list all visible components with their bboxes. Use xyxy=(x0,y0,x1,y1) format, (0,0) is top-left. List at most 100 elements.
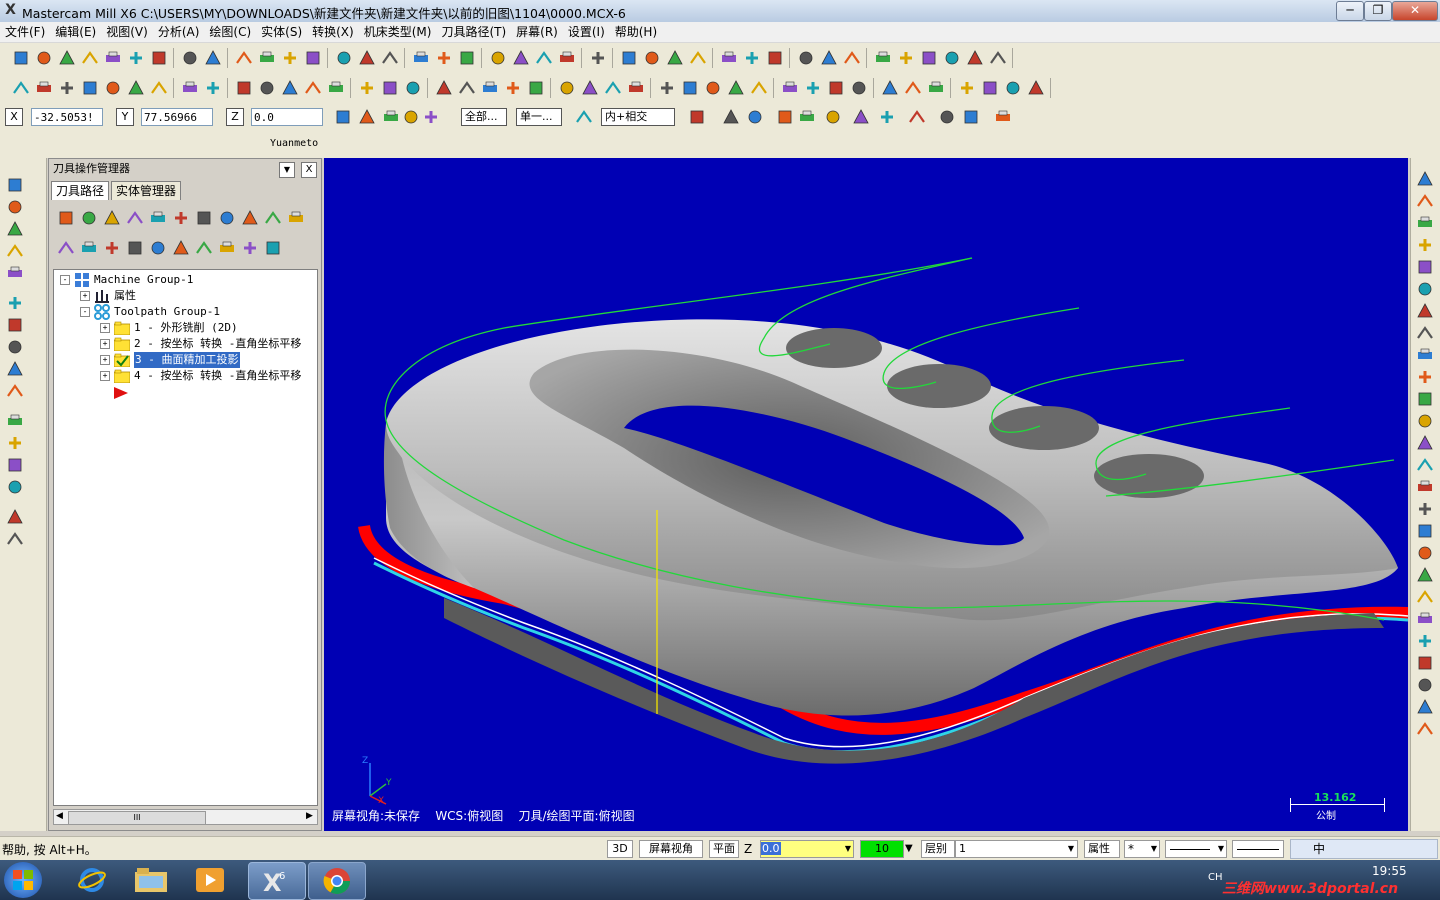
close-button[interactable]: ✕ xyxy=(1392,1,1438,21)
toolbar-icon[interactable] xyxy=(820,49,838,67)
panel-tool-icon[interactable] xyxy=(172,209,190,227)
panel-tool-icon[interactable] xyxy=(80,209,98,227)
toolbar-icon[interactable] xyxy=(81,49,99,67)
left-tool-icon[interactable] xyxy=(6,220,24,238)
scroll-left-icon[interactable]: ◀ xyxy=(56,811,63,821)
panel-tool-icon[interactable] xyxy=(195,209,213,227)
autocursor-icon[interactable] xyxy=(402,108,420,126)
expand-icon[interactable]: + xyxy=(80,291,90,301)
panel-tool-icon[interactable] xyxy=(57,209,75,227)
y-coord-label[interactable]: Y xyxy=(116,108,134,126)
autocursor-icon[interactable] xyxy=(358,108,376,126)
right-tool-icon[interactable] xyxy=(1416,280,1434,298)
toolbar-icon[interactable] xyxy=(327,79,345,97)
right-tool-icon[interactable] xyxy=(1416,698,1434,716)
toolbar-icon[interactable] xyxy=(127,79,145,97)
toolbar-icon[interactable] xyxy=(58,79,76,97)
toolbar-icon[interactable] xyxy=(989,49,1007,67)
minimize-button[interactable]: ─ xyxy=(1336,1,1364,21)
menu-item[interactable]: 帮助(H) xyxy=(610,22,662,42)
autocursor-icon[interactable] xyxy=(938,108,956,126)
toolbar-icon[interactable] xyxy=(927,79,945,97)
right-tool-icon[interactable] xyxy=(1416,302,1434,320)
toolbar-icon[interactable] xyxy=(12,79,30,97)
toolbar-icon[interactable] xyxy=(435,79,453,97)
right-tool-icon[interactable] xyxy=(1416,456,1434,474)
chevron-down-icon[interactable]: ▼ xyxy=(845,841,851,857)
menu-item[interactable]: 文件(F) xyxy=(0,22,50,42)
toolbar-icon[interactable] xyxy=(981,79,999,97)
autocursor-icon[interactable] xyxy=(962,108,980,126)
menu-item[interactable]: 视图(V) xyxy=(101,22,153,42)
right-tool-icon[interactable] xyxy=(1416,654,1434,672)
chevron-down-icon[interactable]: ▼ xyxy=(1151,841,1157,857)
toolbar-icon[interactable] xyxy=(304,49,322,67)
panel-tool-icon[interactable] xyxy=(149,209,167,227)
toolbar-icon[interactable] xyxy=(920,49,938,67)
toolbar-icon[interactable] xyxy=(897,49,915,67)
panel-tool-icon[interactable] xyxy=(57,239,75,257)
panel-tool-icon[interactable] xyxy=(264,209,282,227)
restore-button[interactable]: ❐ xyxy=(1364,1,1392,21)
graphics-viewport[interactable]: Z Y X 屏幕视角:未保存 WCS:俯视图 刀具/绘图平面:俯视图 13.16… xyxy=(324,158,1408,831)
right-tool-icon[interactable] xyxy=(1416,192,1434,210)
toolbar-icon[interactable] xyxy=(527,79,545,97)
toolbar-icon[interactable] xyxy=(720,49,738,67)
toolbar-icon[interactable] xyxy=(743,49,761,67)
color-dropdown-icon[interactable]: ▼ xyxy=(905,840,917,858)
toolbar-icon[interactable] xyxy=(181,79,199,97)
right-tool-icon[interactable] xyxy=(1416,236,1434,254)
toolbar-icon[interactable] xyxy=(35,49,53,67)
point-style-select[interactable]: * ▼ xyxy=(1124,840,1160,858)
left-tool-icon[interactable] xyxy=(6,242,24,260)
line-width-select[interactable] xyxy=(1232,840,1284,858)
panel-menu-dropdown[interactable]: ▼ xyxy=(279,162,295,178)
autocursor-icon[interactable] xyxy=(994,108,1012,126)
menu-item[interactable]: 分析(A) xyxy=(153,22,205,42)
left-tool-icon[interactable] xyxy=(6,264,24,282)
z-depth-input[interactable]: 0.0 ▼ xyxy=(760,840,854,858)
menu-item[interactable]: 机床类型(M) xyxy=(359,22,437,42)
toolbar-icon[interactable] xyxy=(489,49,507,67)
left-tool-icon[interactable] xyxy=(6,412,24,430)
left-tool-icon[interactable] xyxy=(6,198,24,216)
autocursor-icon[interactable] xyxy=(334,108,352,126)
right-tool-icon[interactable] xyxy=(1416,258,1434,276)
panel-tool-icon[interactable] xyxy=(264,239,282,257)
autocursor-icon[interactable] xyxy=(382,108,400,126)
y-coord-input[interactable]: 77.56966 xyxy=(141,108,213,126)
panel-tool-icon[interactable] xyxy=(241,239,259,257)
z-coord-label[interactable]: Z xyxy=(226,108,244,126)
level-button[interactable]: 层别 xyxy=(921,840,955,858)
right-tool-icon[interactable] xyxy=(1416,170,1434,188)
language-indicator[interactable]: CH xyxy=(1208,872,1223,883)
toolbar-icon[interactable] xyxy=(558,79,576,97)
panel-tool-icon[interactable] xyxy=(80,239,98,257)
plane-button[interactable]: 平面 xyxy=(709,840,739,858)
toolbar-icon[interactable] xyxy=(104,79,122,97)
tab-solids-manager[interactable]: 实体管理器 xyxy=(111,181,182,200)
autocursor-icon[interactable] xyxy=(824,108,842,126)
select-single-button[interactable]: 单一... xyxy=(516,108,562,126)
right-tool-icon[interactable] xyxy=(1416,588,1434,606)
toolbar-icon[interactable] xyxy=(127,49,145,67)
right-tool-icon[interactable] xyxy=(1416,522,1434,540)
chevron-down-icon[interactable]: ▼ xyxy=(1218,844,1224,853)
toolbar-icon[interactable] xyxy=(204,49,222,67)
toolbar-icon[interactable] xyxy=(81,79,99,97)
taskbar-mastercam[interactable]: X6 xyxy=(248,862,306,900)
right-tool-icon[interactable] xyxy=(1416,632,1434,650)
toolbar-icon[interactable] xyxy=(458,49,476,67)
toolbar-icon[interactable] xyxy=(589,49,607,67)
toolbar-icon[interactable] xyxy=(358,49,376,67)
autocursor-icon[interactable] xyxy=(776,108,794,126)
chevron-down-icon[interactable]: ▼ xyxy=(1068,841,1074,857)
left-tool-icon[interactable] xyxy=(6,294,24,312)
right-tool-icon[interactable] xyxy=(1416,434,1434,452)
left-tool-icon[interactable] xyxy=(6,360,24,378)
toolbar-icon[interactable] xyxy=(904,79,922,97)
panel-close-button[interactable]: X xyxy=(301,162,317,178)
toolbar-icon[interactable] xyxy=(766,49,784,67)
left-tool-icon[interactable] xyxy=(6,382,24,400)
clock-time[interactable]: 19:55 xyxy=(1372,864,1407,878)
